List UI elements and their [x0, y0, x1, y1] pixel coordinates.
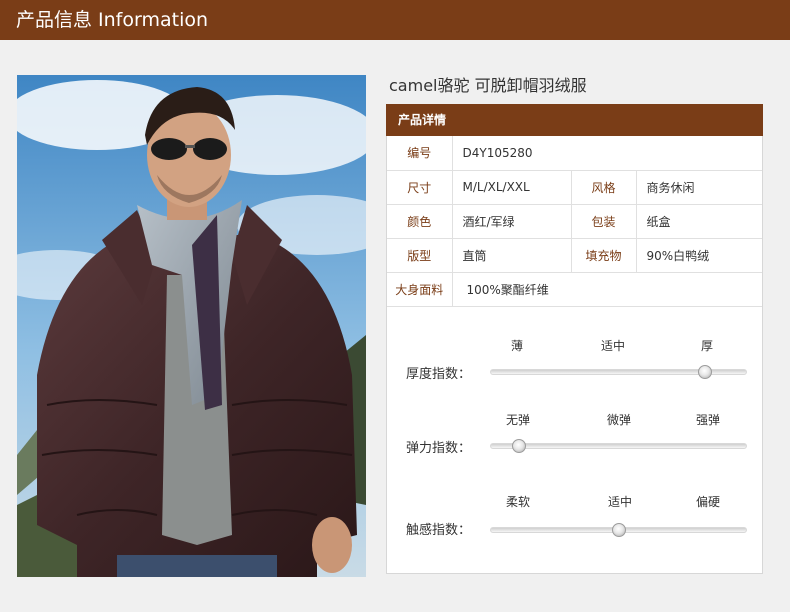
spec-key: 大身面料 — [387, 272, 453, 307]
index-label: 弹力指数： — [406, 440, 472, 456]
spec-row: 大身面料 100%聚酯纤维 — [387, 272, 762, 307]
spec-table: 编号 D4Y105280 尺寸 M/L/XL/XXL 风格 商务休闲 颜色 酒红… — [387, 136, 762, 307]
spec-row: 版型 直筒 填充物 90%白鸭绒 — [387, 238, 762, 273]
elasticity-index: 弹力指数： 无弹 微弹 强弹 — [387, 411, 762, 491]
spec-value: 直筒 — [452, 238, 571, 273]
product-name: camel骆驼 可脱卸帽羽绒服 — [389, 76, 587, 95]
spec-row: 尺寸 M/L/XL/XXL 风格 商务休闲 — [387, 170, 762, 205]
index-knob[interactable] — [512, 438, 527, 453]
spec-row: 编号 D4Y105280 — [387, 136, 762, 171]
index-track — [490, 438, 747, 453]
index-track — [490, 522, 747, 537]
spec-value: 纸盒 — [636, 204, 762, 239]
index-tick: 偏硬 — [695, 494, 721, 509]
product-photo — [17, 75, 366, 577]
spec-value: M/L/XL/XXL — [452, 170, 571, 205]
spec-row: 颜色 酒红/军绿 包装 纸盒 — [387, 204, 762, 239]
spec-key: 尺寸 — [387, 170, 453, 205]
details-title: 产品详情 — [386, 104, 763, 136]
index-label: 厚度指数： — [406, 366, 472, 382]
index-tick: 薄 — [510, 338, 524, 353]
index-tick: 柔软 — [505, 494, 531, 509]
spec-key: 包装 — [570, 204, 637, 239]
index-track — [490, 364, 747, 379]
thickness-index: 厚度指数： 薄 适中 厚 — [387, 337, 762, 417]
index-tick: 无弹 — [505, 412, 531, 427]
section-title: 产品信息 Information — [16, 9, 209, 31]
spec-value: D4Y105280 — [452, 136, 762, 171]
touch-index: 触感指数： 柔软 适中 偏硬 — [387, 493, 762, 573]
spec-value: 酒红/军绿 — [452, 204, 571, 239]
product-details-panel: 产品详情 编号 D4Y105280 尺寸 M/L/XL/XXL 风格 商务休闲 … — [386, 104, 763, 574]
spec-value: 商务休闲 — [636, 170, 762, 205]
spec-key: 风格 — [570, 170, 637, 205]
index-knob[interactable] — [611, 522, 626, 537]
spec-key: 颜色 — [387, 204, 453, 239]
spec-value: 90%白鸭绒 — [636, 238, 762, 273]
index-tick: 微弹 — [606, 412, 632, 427]
index-sliders: 厚度指数： 薄 适中 厚 弹力指数： 无弹 微弹 强弹 触感指数： 柔软 适中 … — [387, 307, 762, 567]
spec-key: 填充物 — [570, 238, 637, 273]
index-tick: 厚 — [700, 338, 714, 353]
spec-key: 版型 — [387, 238, 453, 273]
index-tick: 适中 — [607, 494, 633, 509]
spec-key: 编号 — [387, 136, 453, 171]
index-tick: 强弹 — [695, 412, 721, 427]
section-header: 产品信息 Information — [0, 0, 790, 40]
spec-value: 100%聚酯纤维 — [452, 272, 762, 307]
index-tick: 适中 — [600, 338, 626, 353]
index-knob[interactable] — [698, 364, 713, 379]
index-label: 触感指数： — [406, 522, 472, 538]
